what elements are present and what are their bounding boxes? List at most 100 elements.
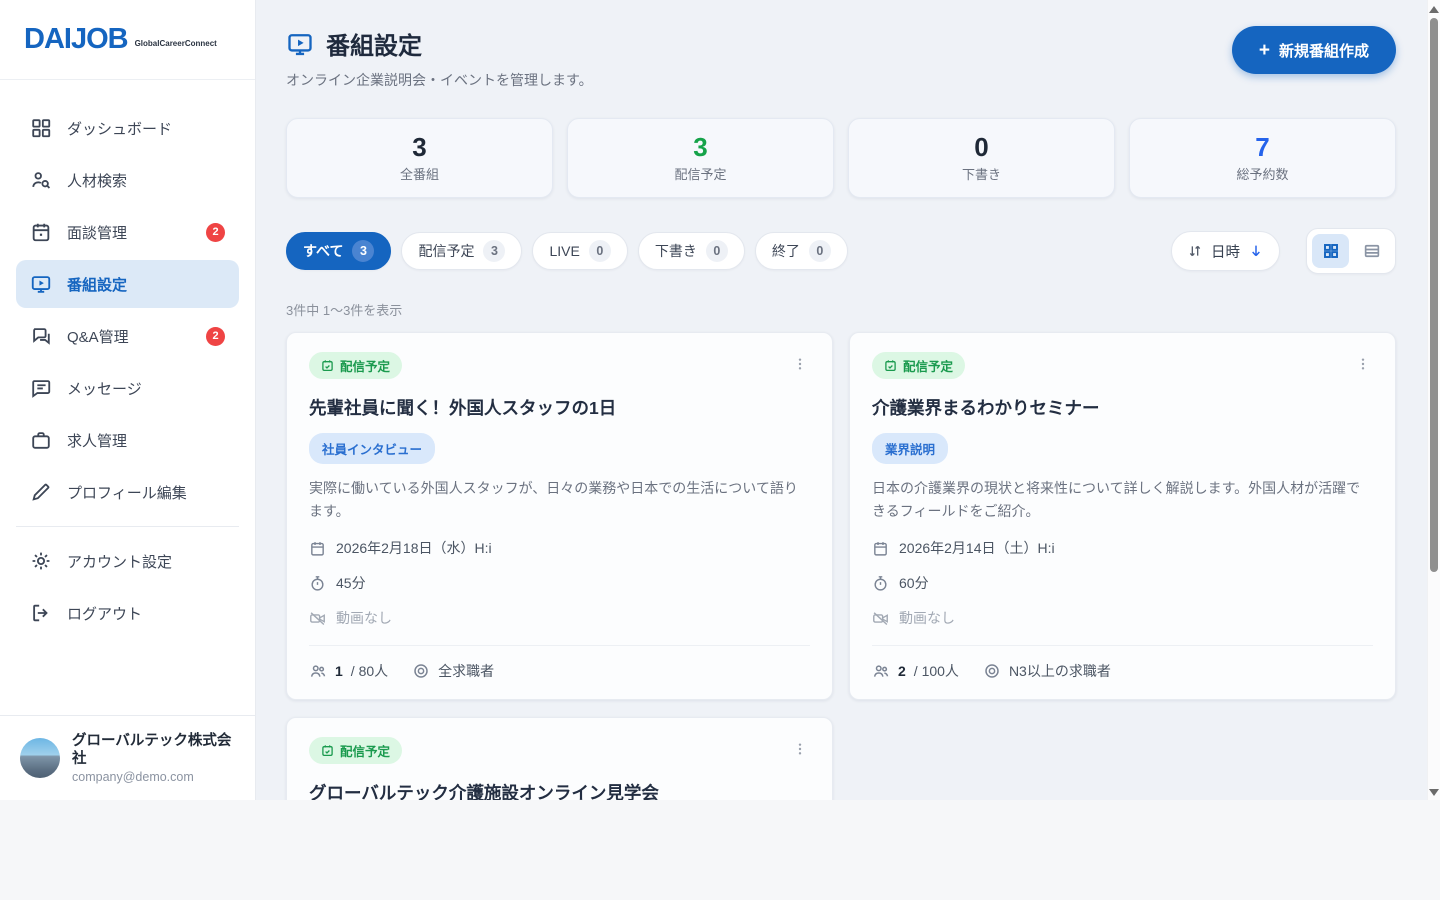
main-content: 番組設定 オンライン企業説明会・イベントを管理します。 + 新規番組作成 3 全… [256,0,1440,800]
sidebar-item-label: 番組設定 [67,274,127,295]
empty-bottom-area [0,800,1440,900]
reservation-count: 2 / 100人 [872,661,959,681]
sidebar-item-label: ログアウト [67,603,142,624]
program-video-status: 動画なし [899,608,955,628]
program-video-row: 動画なし [872,608,1373,628]
sidebar-item-messages[interactable]: メッセージ [16,364,239,412]
list-view-icon [1363,242,1381,260]
filter-chip-all[interactable]: すべて 3 [286,232,391,270]
kebab-menu-button[interactable] [790,737,810,761]
category-tag: 業界説明 [872,433,948,464]
sidebar-item-jobs[interactable]: 求人管理 [16,416,239,464]
page-subtitle: オンライン企業説明会・イベントを管理します。 [286,70,593,90]
filter-chip-draft[interactable]: 下書き 0 [638,232,745,270]
program-description: 実際に働いている外国人スタッフが、日々の業務や日本での生活について語ります。 [309,477,810,523]
pencil-icon [30,481,52,503]
logout-icon [30,602,52,624]
list-view-button[interactable] [1353,234,1390,268]
calendar-check-icon [321,744,334,757]
program-monitor-icon [30,273,52,295]
kebab-menu-button[interactable] [1353,352,1373,376]
category-tag: 社員インタビュー [309,433,435,464]
stat-label: 配信予定 [674,164,726,183]
stat-value: 3 [693,133,707,162]
create-program-button[interactable]: + 新規番組作成 [1232,26,1396,74]
avatar [20,738,60,778]
chip-label: 終了 [772,241,800,261]
calendar-check-icon [884,359,897,372]
sidebar-item-profile-edit[interactable]: プロフィール編集 [16,468,239,516]
status-label: 配信予定 [340,741,390,760]
message-icon [30,377,52,399]
sidebar-item-programs[interactable]: 番組設定 [16,260,239,308]
program-cards-grid: 配信予定 先輩社員に聞く！外国人スタッフの1日 社員インタビュー 実際に働いてい… [286,332,1396,800]
program-video-row: 動画なし [309,608,810,628]
stats-row: 3 全番組 3 配信予定 0 下書き 7 総予約数 [286,118,1396,198]
kebab-icon [792,741,808,757]
sidebar-item-dashboard[interactable]: ダッシュボード [16,104,239,152]
plus-icon: + [1259,41,1270,60]
program-title: 先輩社員に聞く！外国人スタッフの1日 [309,395,810,420]
chip-label: LIVE [549,243,579,259]
filter-chip-scheduled[interactable]: 配信予定 3 [401,232,522,270]
calendar-icon [30,221,52,243]
kebab-menu-button[interactable] [790,352,810,376]
video-off-icon [309,610,326,627]
sort-label: 日時 [1211,241,1240,262]
capacity-text: / 100人 [914,661,959,681]
stat-card-drafts: 0 下書き [848,118,1115,198]
program-video-status: 動画なし [336,608,392,628]
sidebar-item-interview[interactable]: 面談管理 2 [16,208,239,256]
user-account-box[interactable]: グローバルテック株式会社 company@demo.com [0,715,255,800]
sidebar-item-talent-search[interactable]: 人材検索 [16,156,239,204]
filter-chip-ended[interactable]: 終了 0 [755,232,848,270]
person-search-icon [30,169,52,191]
sort-updown-icon [1187,243,1203,259]
target-audience: N3以上の求職者 [983,661,1111,681]
create-program-label: 新規番組作成 [1279,40,1369,61]
chip-count: 0 [589,240,611,262]
program-duration: 60分 [899,573,929,593]
status-badge: 配信予定 [872,352,965,379]
program-card-footer: 1 / 80人 全求職者 [309,645,810,681]
program-card[interactable]: 配信予定 先輩社員に聞く！外国人スタッフの1日 社員インタビュー 実際に働いてい… [286,332,833,700]
chip-count: 3 [352,240,374,262]
calendar-icon [309,540,326,557]
notification-badge: 2 [206,223,225,242]
scrollbar-down-arrow[interactable] [1429,789,1439,796]
program-card[interactable]: 配信予定 介護業界まるわかりセミナー 業界説明 日本の介護業界の現状と将来性につ… [849,332,1396,700]
sidebar-item-logout[interactable]: ログアウト [16,589,239,637]
sidebar-item-label: ダッシュボード [67,118,172,139]
vertical-scrollbar[interactable] [1427,0,1440,800]
timer-icon [872,575,889,592]
calendar-check-icon [321,359,334,372]
sidebar-item-label: 求人管理 [67,430,127,451]
sidebar-item-label: メッセージ [67,378,142,399]
sidebar-item-label: Q&A管理 [67,326,129,347]
program-card[interactable]: 配信予定 グローバルテック介護施設オンライン見学会 [286,717,833,800]
program-title: グローバルテック介護施設オンライン見学会 [309,780,810,800]
program-date: 2026年2月14日（土）H:i [899,538,1055,558]
sidebar-item-qa[interactable]: Q&A管理 2 [16,312,239,360]
sort-button[interactable]: 日時 [1171,231,1280,271]
status-label: 配信予定 [340,356,390,375]
notification-badge: 2 [206,327,225,346]
scrollbar-up-arrow[interactable] [1429,6,1439,13]
program-duration-row: 60分 [872,573,1373,593]
program-duration: 45分 [336,573,366,593]
filters-row: すべて 3 配信予定 3 LIVE 0 下書き 0 終了 0 日時 [286,228,1396,274]
filter-chip-live[interactable]: LIVE 0 [532,232,627,270]
sidebar-item-account-settings[interactable]: アカウント設定 [16,537,239,585]
gear-icon [30,550,52,572]
program-title: 介護業界まるわかりセミナー [872,395,1373,420]
view-toggle [1306,228,1396,274]
program-date-row: 2026年2月18日（水）H:i [309,538,810,558]
program-description: 日本の介護業界の現状と将来性について詳しく解説します。外国人材が活躍できるフィー… [872,477,1373,523]
results-count-text: 3件中 1〜3件を表示 [286,300,1396,319]
stat-card-total: 3 全番組 [286,118,553,198]
grid-view-button[interactable] [1312,234,1349,268]
scrollbar-thumb[interactable] [1430,18,1438,572]
stat-card-reservations: 7 総予約数 [1129,118,1396,198]
app-window: DAIJOB GlobalCareerConnect ダッシュボード 人材検索 [0,0,1440,800]
kebab-icon [1355,356,1371,372]
